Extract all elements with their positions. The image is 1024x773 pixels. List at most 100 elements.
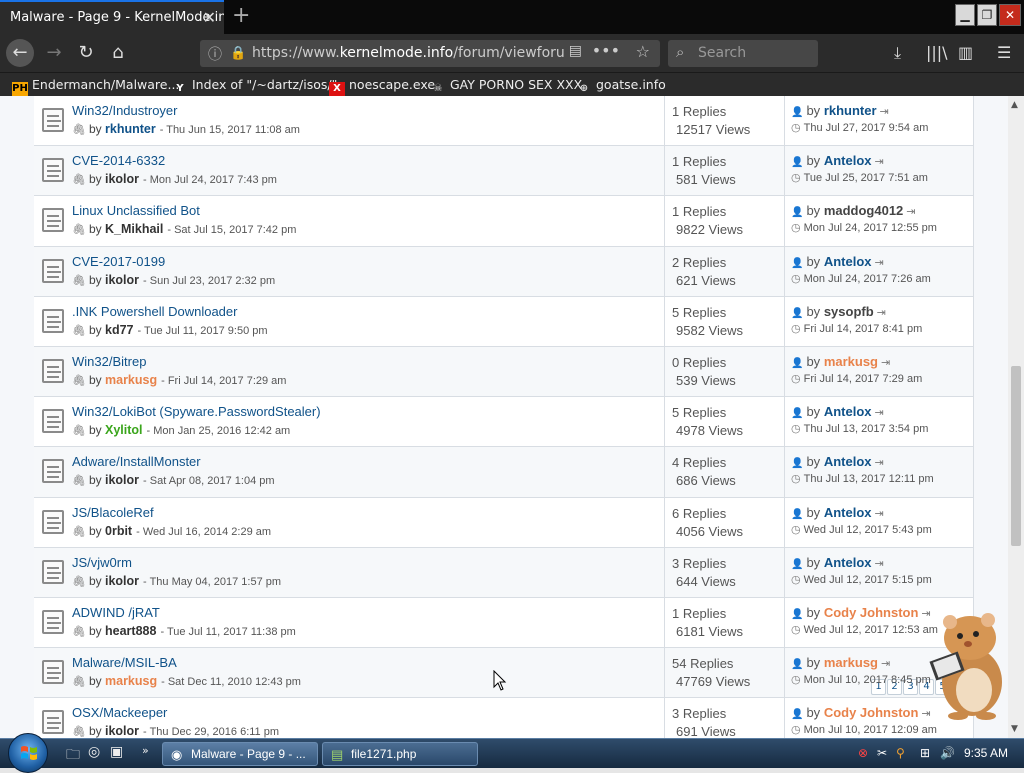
last-post-author-link[interactable]: Antelox — [824, 254, 872, 269]
tab-close-icon[interactable]: ✕ — [203, 8, 216, 27]
topic-author-link[interactable]: ikolor — [105, 724, 139, 738]
topic-title-link[interactable]: OSX/Mackeeper — [72, 705, 167, 720]
menu-icon[interactable]: ☰ — [997, 43, 1011, 62]
downloads-icon[interactable]: ⤓ — [894, 43, 901, 63]
bookmark-item[interactable]: ⊕ goatse.info — [576, 77, 666, 96]
scroll-down-icon[interactable]: ▼ — [1011, 724, 1018, 734]
bookmark-item[interactable]: ☠ GAY PORNO SEX XXX — [430, 77, 583, 96]
goto-last-post-icon[interactable]: ⇥ — [874, 457, 883, 469]
bookmark-item[interactable]: Xnoescape.exe — [329, 77, 435, 96]
minimize-button[interactable]: ▁ — [955, 4, 975, 26]
site-info-icon[interactable]: ⓘ — [208, 44, 222, 64]
quicklaunch-browser-icon[interactable]: ◎ — [88, 744, 100, 760]
attachment-icon: 🖇 — [72, 224, 86, 237]
scroll-up-icon[interactable]: ▲ — [1011, 100, 1018, 110]
topic-title-link[interactable]: ADWIND /jRAT — [72, 605, 160, 620]
topic-author-link[interactable]: ikolor — [105, 172, 139, 186]
last-post-time: Mon Jul 24, 2017 12:55 pm — [803, 222, 937, 235]
topic-title-link[interactable]: JS/vjw0rm — [72, 555, 132, 570]
home-button[interactable]: ⌂ — [104, 39, 132, 67]
topic-title-link[interactable]: Win32/Industroyer — [72, 103, 178, 118]
volume-icon[interactable]: 🔊 — [940, 746, 955, 760]
security-alert-icon[interactable]: ⊗ — [858, 746, 868, 760]
topic-author-link[interactable]: ikolor — [105, 574, 139, 588]
topic-author-link[interactable]: markusg — [105, 373, 157, 387]
topic-author-link[interactable]: kd77 — [105, 323, 134, 337]
page-scrollbar[interactable]: ▲ ▼ — [1008, 96, 1024, 738]
topic-author-link[interactable]: heart888 — [105, 624, 156, 638]
reload-button[interactable]: ↻ — [72, 39, 100, 67]
goto-last-post-icon[interactable]: ⇥ — [880, 106, 889, 118]
scroll-thumb[interactable] — [1011, 366, 1021, 546]
last-post-author-link[interactable]: Antelox — [824, 555, 872, 570]
last-post-author-link[interactable]: Antelox — [824, 505, 872, 520]
topic-title-link[interactable]: Adware/InstallMonster — [72, 454, 201, 469]
goto-last-post-icon[interactable]: ⇥ — [874, 508, 883, 520]
topic-title-link[interactable]: Win32/Bitrep — [72, 354, 146, 369]
topic-read-icon — [42, 459, 64, 484]
last-post-author-link[interactable]: markusg — [824, 354, 878, 369]
view-count: 621 Views — [676, 272, 736, 288]
start-button[interactable] — [8, 733, 48, 773]
bookmark-label: Index of "/~dartz/isos/" — [192, 77, 338, 92]
maximize-button[interactable]: ❐ — [977, 4, 997, 26]
last-post-author-link[interactable]: rkhunter — [824, 103, 877, 118]
taskbar-item-notepad[interactable]: ▤ file1271.php — [322, 742, 478, 766]
window-close-button[interactable]: ✕ — [999, 4, 1021, 26]
goto-last-post-icon[interactable]: ⇥ — [874, 257, 883, 269]
topic-title-link[interactable]: Malware/MSIL-BA — [72, 655, 177, 670]
goto-last-post-icon[interactable]: ⇥ — [874, 558, 883, 570]
forward-button[interactable]: → — [40, 39, 68, 67]
topic-author-link[interactable]: rkhunter — [105, 122, 156, 136]
url-bar[interactable]: ⓘ 🔒 https://www.kernelmode.info/forum/vi… — [200, 40, 660, 67]
attachment-icon: 🖇 — [72, 374, 86, 387]
quicklaunch-overflow-icon[interactable]: » — [142, 744, 149, 757]
tray-search-icon[interactable]: ⚲ — [896, 746, 905, 760]
bookmark-item[interactable]: Y Index of "/~dartz/isos/" — [172, 77, 337, 96]
by-label: by — [806, 203, 821, 219]
browser-tab-active[interactable]: Malware - Page 9 - KernelMode.info ✕ — [0, 0, 224, 34]
topic-title-link[interactable]: CVE-2014-6332 — [72, 153, 165, 168]
topic-author-link[interactable]: K_Mikhail — [105, 222, 163, 236]
reader-view-icon[interactable]: ▤ — [569, 43, 582, 59]
topic-title-link[interactable]: Linux Unclassified Bot — [72, 203, 200, 218]
topic-title-link[interactable]: JS/BlacoleRef — [72, 505, 154, 520]
last-post-author-link[interactable]: Cody Johnston — [824, 605, 919, 620]
new-tab-button[interactable]: + — [232, 4, 252, 28]
back-button[interactable]: ← — [6, 39, 34, 67]
bookmark-star-icon[interactable]: ☆ — [636, 42, 650, 61]
sidebar-icon[interactable]: ▥ — [958, 43, 973, 62]
taskbar-clock[interactable]: 9:35 AM — [964, 746, 1008, 760]
topic-author-link[interactable]: 0rbit — [105, 524, 132, 538]
clock-icon: ◷ — [791, 322, 801, 335]
page-actions-icon[interactable]: ••• — [592, 41, 620, 60]
last-post-author-link[interactable]: Antelox — [824, 454, 872, 469]
bookmark-item[interactable]: PH Endermanch/Malware... — [12, 77, 179, 96]
network-icon[interactable]: ⊞ — [920, 746, 930, 760]
library-icon[interactable]: |||\ — [926, 43, 948, 62]
topic-author-link[interactable]: ikolor — [105, 273, 139, 287]
goto-last-post-icon[interactable]: ⇥ — [881, 357, 890, 369]
topic-author-link[interactable]: ikolor — [105, 473, 139, 487]
quicklaunch-media-icon[interactable]: ▣ — [110, 744, 123, 760]
goto-last-post-icon[interactable]: ⇥ — [874, 407, 883, 419]
topic-title-link[interactable]: .INK Powershell Downloader — [72, 304, 237, 319]
tray-tool-icon[interactable]: ✂ — [877, 746, 887, 760]
last-post-author-link[interactable]: sysopfb — [824, 304, 874, 319]
topic-author-link[interactable]: Xylitol — [105, 423, 143, 437]
topic-author-link[interactable]: markusg — [105, 674, 157, 688]
last-post-author-link[interactable]: Antelox — [824, 404, 872, 419]
last-post-author-link[interactable]: Antelox — [824, 153, 872, 168]
last-post-author-link[interactable]: markusg — [824, 655, 878, 670]
topic-title-link[interactable]: Win32/LokiBot (Spyware.PasswordStealer) — [72, 404, 321, 419]
goto-last-post-icon[interactable]: ⇥ — [874, 156, 883, 168]
last-post-author-link[interactable]: Cody Johnston — [824, 705, 919, 720]
goto-last-post-icon[interactable]: ⇥ — [906, 206, 915, 218]
last-post-author-link[interactable]: maddog4012 — [824, 203, 903, 218]
topic-title-link[interactable]: CVE-2017-0199 — [72, 254, 165, 269]
quicklaunch-folder-icon[interactable]: 🗀 — [66, 744, 80, 768]
taskbar-item-firefox[interactable]: ◉ Malware - Page 9 - ... — [162, 742, 318, 766]
search-input[interactable]: ⌕ Search — [668, 40, 818, 67]
goto-last-post-icon[interactable]: ⇥ — [877, 307, 886, 319]
goto-last-post-icon[interactable]: ⇥ — [881, 658, 890, 670]
